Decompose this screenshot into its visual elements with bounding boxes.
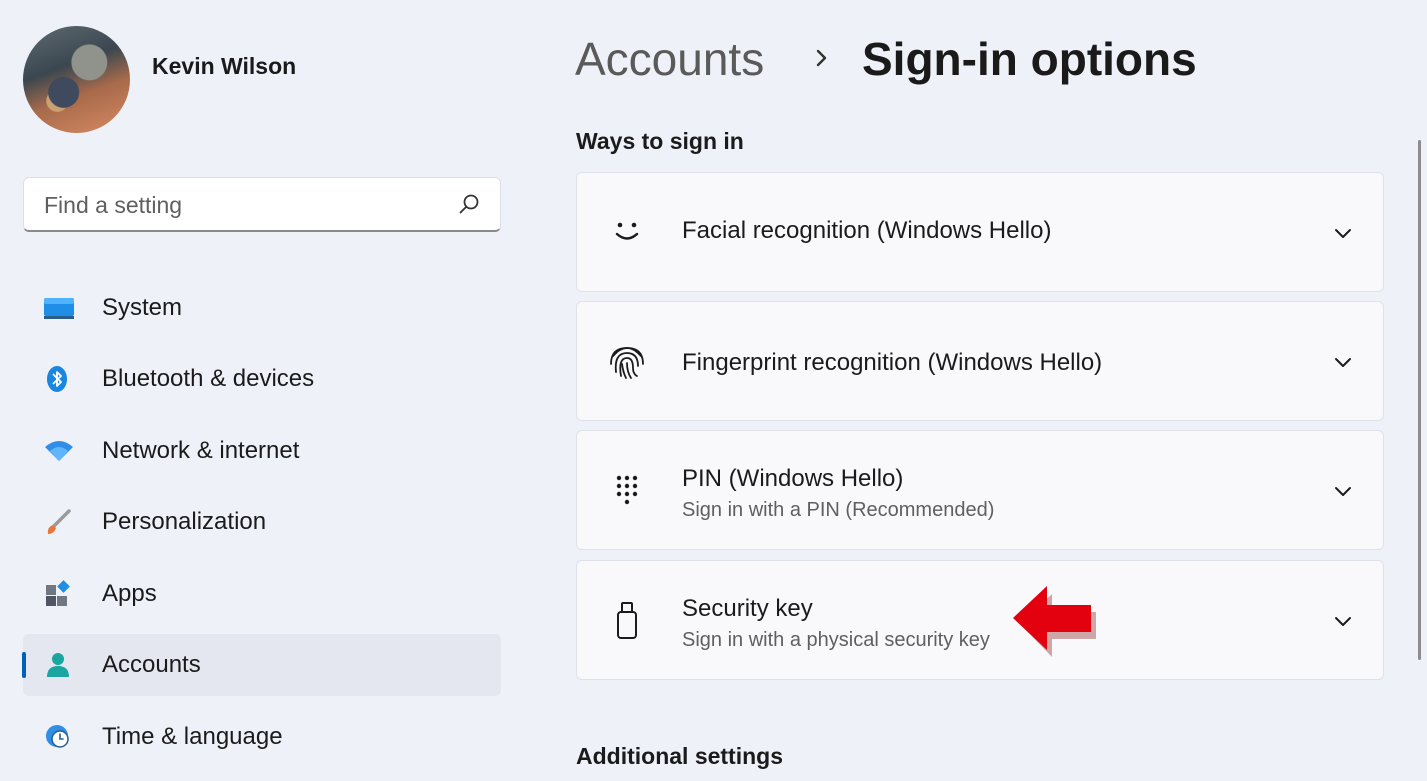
sidebar-item-time-language[interactable]: Time & language bbox=[23, 706, 501, 768]
monitor-icon bbox=[44, 298, 74, 319]
section-title-ways: Ways to sign in bbox=[576, 128, 744, 154]
sidebar-item-bluetooth[interactable]: Bluetooth & devices bbox=[23, 348, 501, 410]
sidebar-item-system[interactable]: System bbox=[23, 277, 501, 339]
sidebar-item-apps[interactable]: Apps bbox=[23, 563, 501, 625]
pin-keypad-icon bbox=[616, 475, 638, 505]
person-icon bbox=[47, 653, 69, 677]
sidebar-item-label: System bbox=[102, 294, 183, 321]
option-fingerprint-recognition[interactable]: Fingerprint recognition (Windows Hello) bbox=[576, 301, 1384, 421]
scrollbar[interactable] bbox=[1418, 140, 1421, 660]
option-pin[interactable]: PIN (Windows Hello) Sign in with a PIN (… bbox=[576, 430, 1384, 550]
chevron-down-icon[interactable] bbox=[1331, 479, 1355, 503]
smiley-face-icon bbox=[615, 222, 639, 240]
section-title-additional: Additional settings bbox=[576, 743, 783, 769]
sidebar-item-label: Apps bbox=[102, 580, 157, 607]
sidebar-item-label: Bluetooth & devices bbox=[102, 365, 315, 392]
sidebar-item-label: Accounts bbox=[102, 651, 201, 678]
wifi-icon bbox=[45, 441, 73, 461]
user-name: Kevin Wilson bbox=[152, 53, 297, 79]
option-title: Fingerprint recognition (Windows Hello) bbox=[682, 349, 1103, 376]
breadcrumb-parent[interactable]: Accounts bbox=[575, 32, 764, 86]
sidebar-item-label: Network & internet bbox=[102, 437, 300, 464]
avatar[interactable] bbox=[23, 26, 130, 133]
bluetooth-icon bbox=[47, 366, 67, 392]
option-title: Security key bbox=[682, 595, 813, 622]
option-subtitle: Sign in with a PIN (Recommended) bbox=[682, 499, 995, 521]
sidebar-item-accounts[interactable]: Accounts bbox=[22, 634, 501, 696]
option-security-key[interactable]: Security key Sign in with a physical sec… bbox=[576, 560, 1384, 680]
search-field[interactable] bbox=[23, 177, 501, 232]
search-input[interactable] bbox=[42, 178, 456, 232]
annotation-arrow-icon bbox=[1013, 586, 1096, 657]
option-subtitle: Sign in with a physical security key bbox=[682, 629, 990, 651]
usb-key-icon bbox=[617, 602, 637, 639]
chevron-down-icon[interactable] bbox=[1331, 350, 1355, 374]
sidebar-item-label: Personalization bbox=[102, 508, 267, 535]
active-indicator bbox=[22, 652, 26, 678]
chevron-right-icon bbox=[816, 49, 827, 67]
apps-icon bbox=[46, 580, 70, 606]
sidebar-item-label: Time & language bbox=[102, 723, 283, 750]
search-icon[interactable] bbox=[458, 193, 480, 215]
clock-globe-icon bbox=[46, 725, 69, 748]
option-title: Facial recognition (Windows Hello) bbox=[682, 217, 1052, 244]
page-title: Sign-in options bbox=[862, 33, 1197, 85]
option-title: PIN (Windows Hello) bbox=[682, 465, 904, 492]
fingerprint-icon bbox=[610, 347, 644, 379]
chevron-down-icon[interactable] bbox=[1331, 609, 1355, 633]
sidebar-item-network[interactable]: Network & internet bbox=[23, 420, 501, 482]
chevron-down-icon[interactable] bbox=[1331, 221, 1355, 245]
sidebar-item-personalization[interactable]: Personalization bbox=[23, 491, 501, 553]
paintbrush-icon bbox=[47, 509, 71, 534]
option-facial-recognition[interactable]: Facial recognition (Windows Hello) bbox=[576, 172, 1384, 292]
